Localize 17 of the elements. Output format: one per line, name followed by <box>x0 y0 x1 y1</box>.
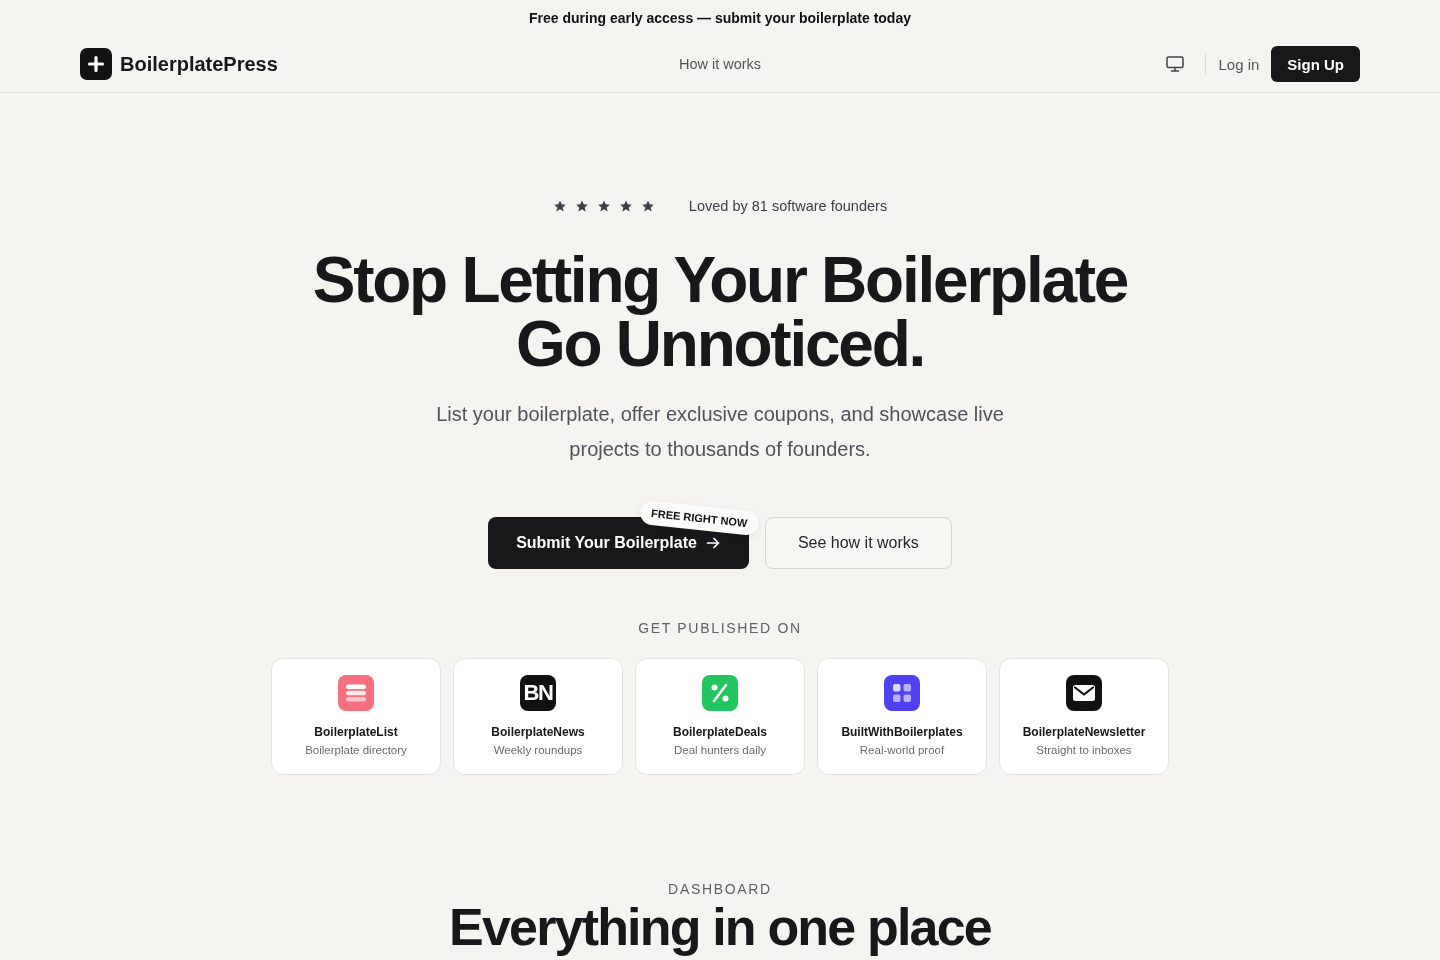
hero-headline: Stop Letting Your Boilerplate Go Unnoticed. <box>312 248 1128 376</box>
card-subtitle: Real-world proof <box>859 743 945 757</box>
announcement-text: Free during early access — submit your boilerplate today <box>529 10 911 26</box>
card-title: BoilerplateNews <box>491 724 585 740</box>
rating-text: Loved by 81 software founders <box>688 198 888 214</box>
section-label: DASHBOARD <box>668 880 772 899</box>
card-subtitle: Weekly roundups <box>493 743 583 757</box>
card-title: BoilerplateList <box>314 724 398 740</box>
card-title: BoilerplateNewsletter <box>1022 724 1146 740</box>
hero-subtitle: List your boilerplate, offer exclusive coupons, and showcase live projects to thousands of founders. <box>435 402 1005 462</box>
card-subtitle: Straight to inboxes <box>1036 743 1132 757</box>
section-label: GET PUBLISHED ON <box>638 619 802 638</box>
monogram-logo: BN <box>520 675 556 711</box>
card-subtitle: Deal hunters daily <box>673 743 767 757</box>
card-subtitle: Boilerplate directory <box>305 743 407 757</box>
card-title: BoilerplateDeals <box>672 724 767 740</box>
card-title: BuiltWithBoilerplates <box>841 724 963 740</box>
